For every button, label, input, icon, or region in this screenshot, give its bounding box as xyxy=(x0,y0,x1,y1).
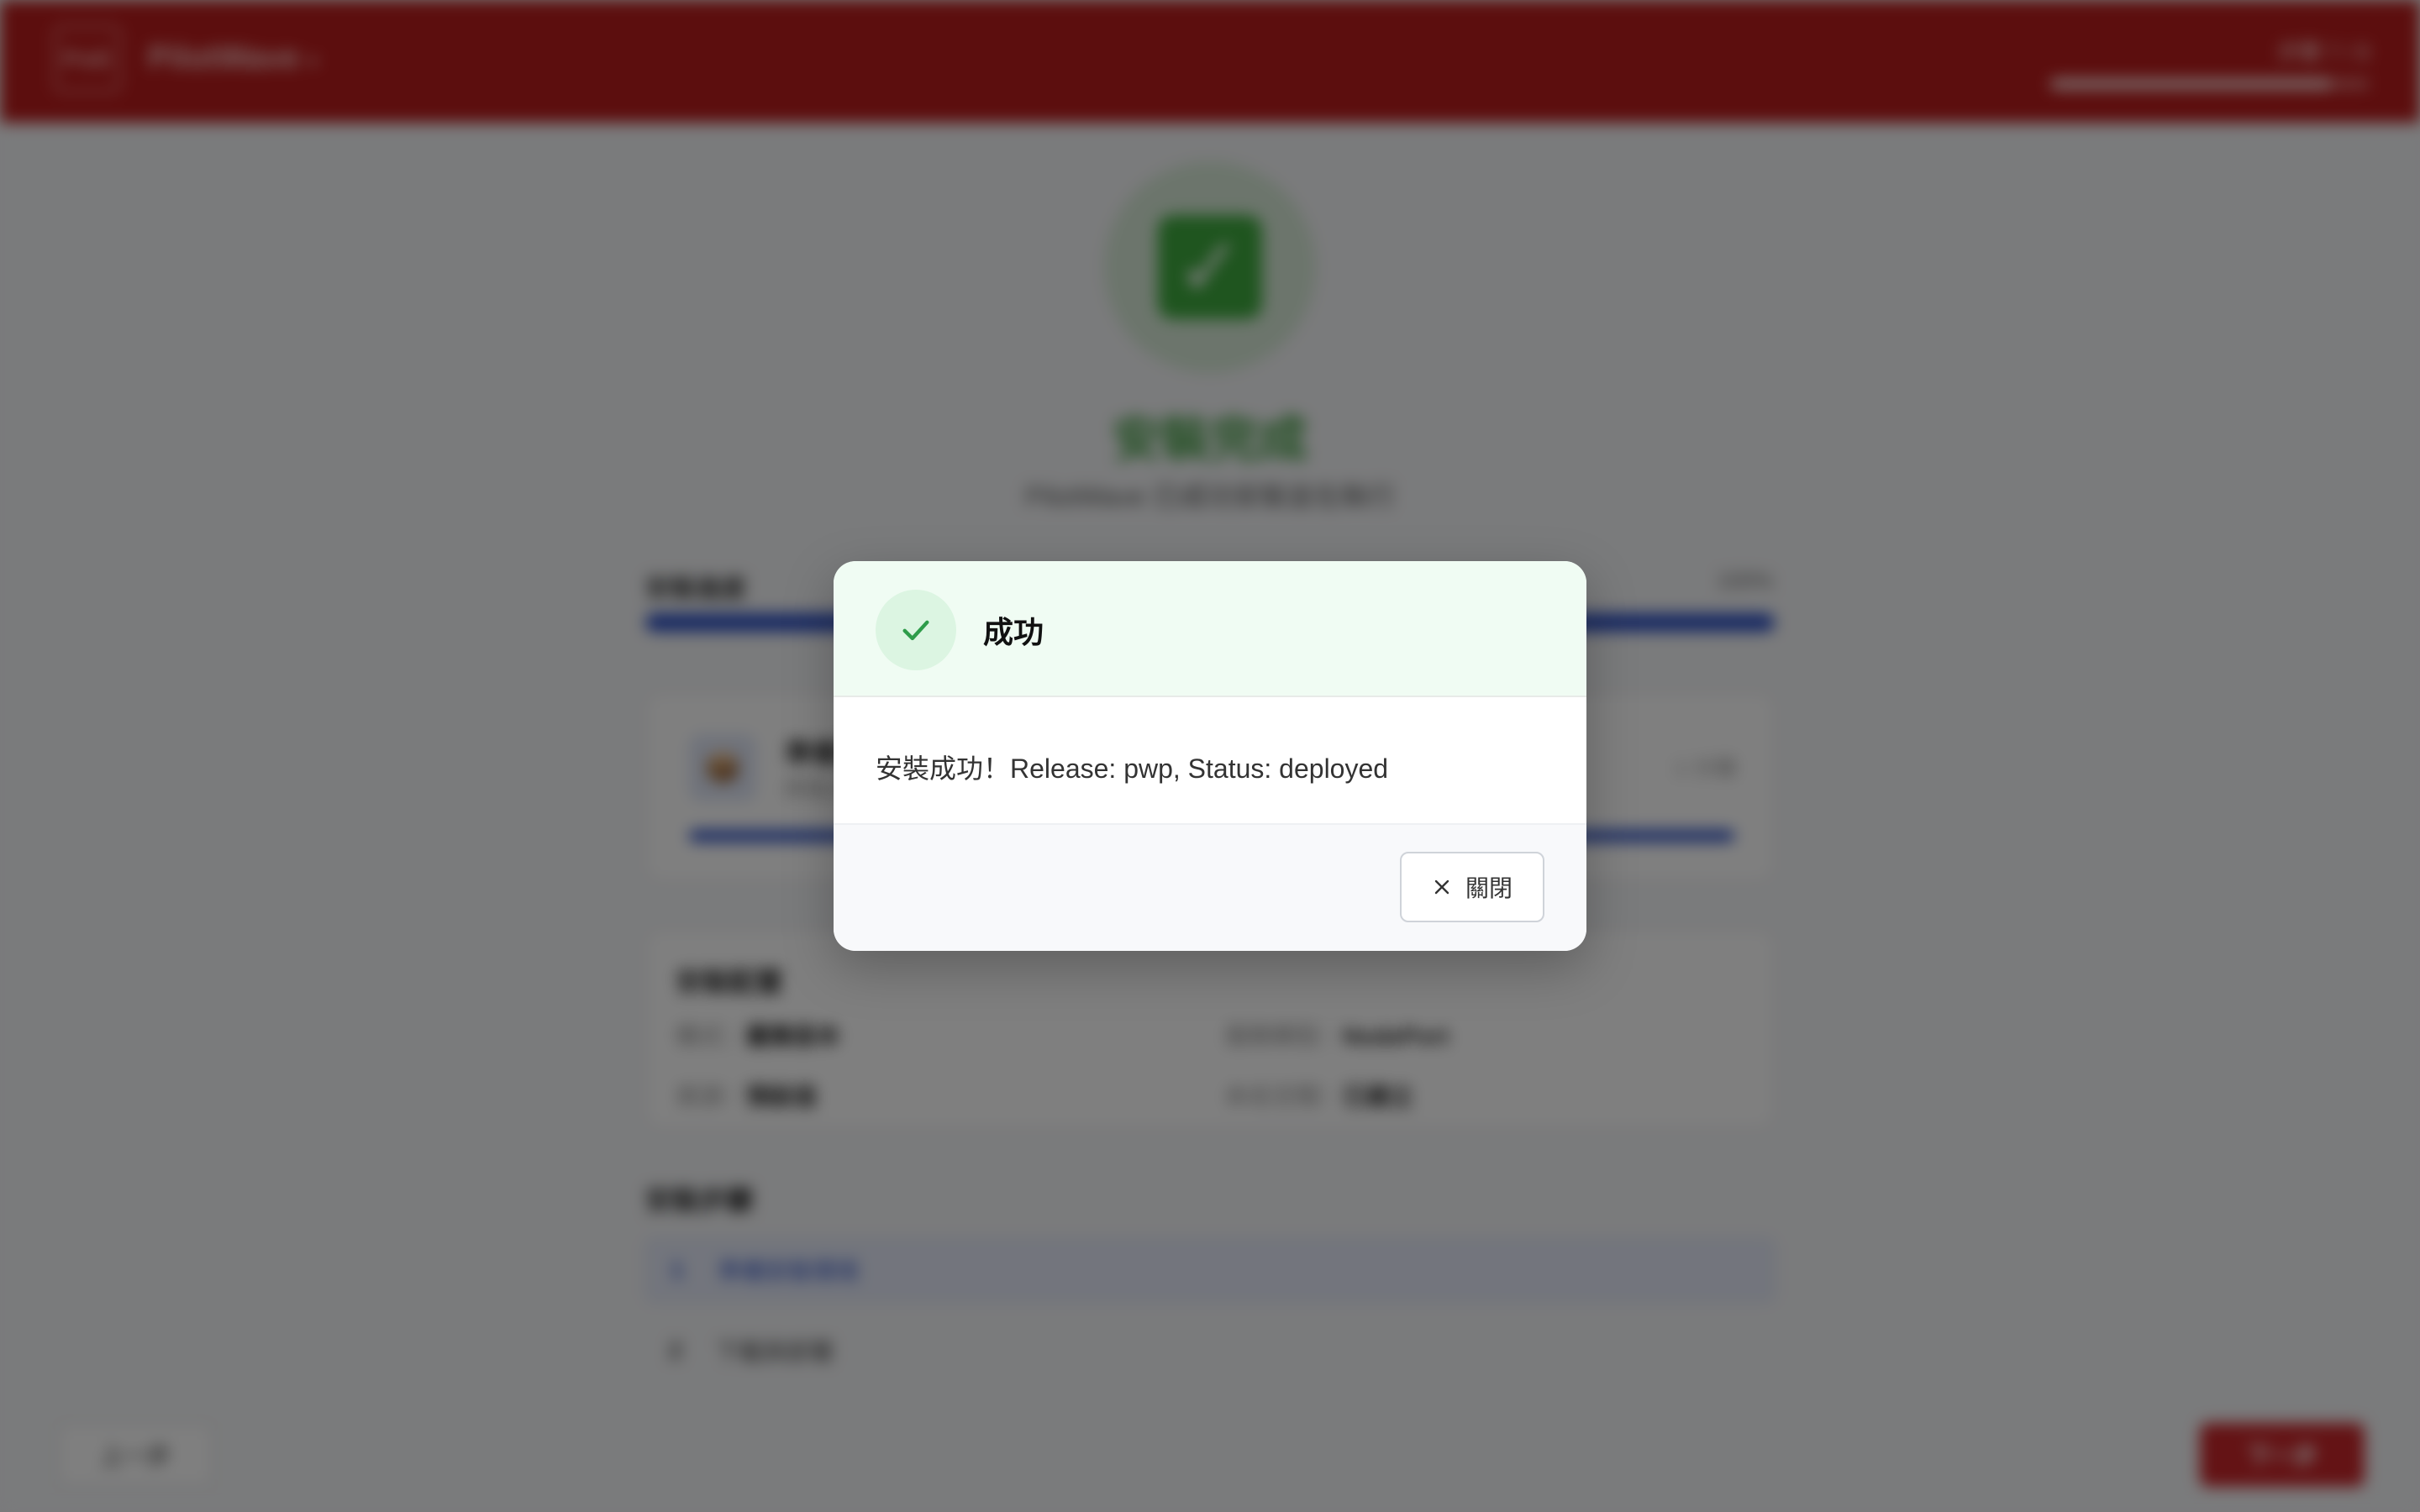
dialog-header: 成功 xyxy=(834,561,1586,697)
close-button[interactable]: 關閉 xyxy=(1400,852,1544,922)
dialog-title: 成功 xyxy=(983,615,1044,649)
close-button-label: 關閉 xyxy=(1465,875,1512,901)
dialog-message: 安裝成功！Release: pwp, Status: deployed xyxy=(876,753,1389,784)
success-dialog: 成功 安裝成功！Release: pwp, Status: deployed 關… xyxy=(834,561,1586,951)
close-icon xyxy=(1434,879,1449,895)
check-icon xyxy=(876,590,956,670)
